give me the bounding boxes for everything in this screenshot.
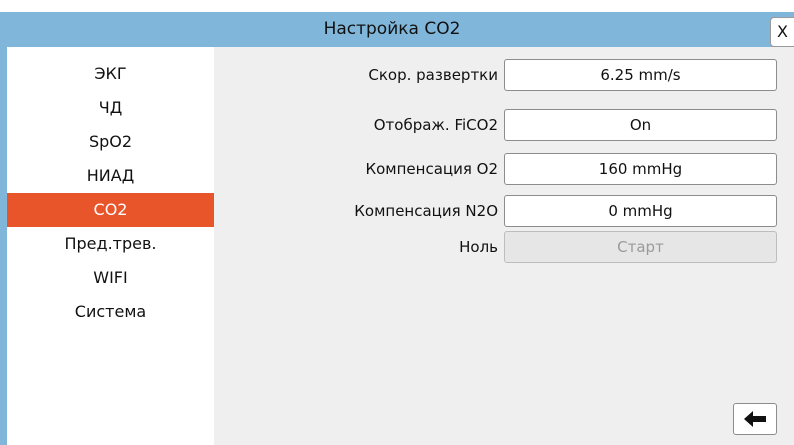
sidebar-item-spo2[interactable]: SpO2 — [7, 125, 214, 159]
close-button[interactable]: X — [770, 17, 794, 47]
zero-start-button[interactable]: Старт — [504, 231, 777, 263]
sidebar-item-co2[interactable]: CO2 — [7, 193, 214, 227]
fico2-display-select[interactable]: On — [504, 109, 777, 141]
sweep-speed-select[interactable]: 6.25 mm/s — [504, 59, 777, 91]
setting-row-fico2: Отображ. FiCO2 On — [214, 109, 794, 141]
sidebar-item-alarms[interactable]: Пред.трев. — [7, 227, 214, 261]
o2-compensation-label: Компенсация O2 — [365, 160, 498, 178]
title-bar: Настройка CO2 X — [0, 12, 794, 47]
sweep-speed-label: Скор. развертки — [368, 66, 498, 84]
arrow-left-icon — [744, 411, 766, 427]
n2o-compensation-label: Компенсация N2O — [354, 202, 498, 220]
settings-panel: Скор. развертки 6.25 mm/s Отображ. FiCO2… — [214, 47, 794, 445]
left-accent-stripe — [0, 47, 7, 445]
o2-compensation-select[interactable]: 160 mmHg — [504, 153, 777, 185]
back-button[interactable] — [733, 403, 777, 435]
n2o-compensation-select[interactable]: 0 mmHg — [504, 195, 777, 227]
sidebar-item-ecg[interactable]: ЭКГ — [7, 57, 214, 91]
sidebar-item-system[interactable]: Система — [7, 295, 214, 329]
sidebar-menu: ЭКГ ЧД SpO2 НИАД CO2 Пред.трев. WIFI Сис… — [7, 57, 214, 445]
fico2-display-label: Отображ. FiCO2 — [373, 116, 498, 134]
zero-label: Ноль — [459, 238, 498, 256]
sidebar-item-resp[interactable]: ЧД — [7, 91, 214, 125]
setting-row-o2-compensation: Компенсация O2 160 mmHg — [214, 153, 794, 185]
sidebar-item-wifi[interactable]: WIFI — [7, 261, 214, 295]
sidebar-item-nibp[interactable]: НИАД — [7, 159, 214, 193]
dialog-title: Настройка CO2 — [323, 19, 461, 39]
setting-row-sweep-speed: Скор. развертки 6.25 mm/s — [214, 59, 794, 91]
setting-row-zero: Ноль Старт — [214, 231, 794, 263]
setting-row-n2o-compensation: Компенсация N2O 0 mmHg — [214, 195, 794, 227]
